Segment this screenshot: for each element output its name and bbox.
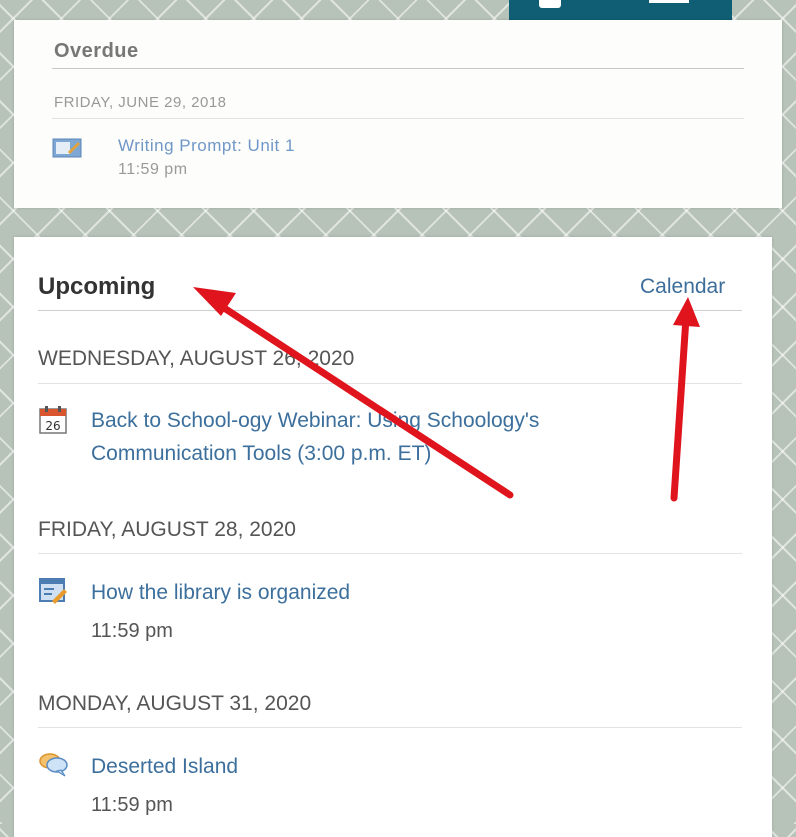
- date-heading: WEDNESDAY, AUGUST 26, 2020: [38, 347, 355, 370]
- overdue-item-link[interactable]: Writing Prompt: Unit 1: [118, 136, 295, 156]
- overdue-date-divider: [52, 118, 744, 119]
- upcoming-title-divider: [38, 310, 742, 311]
- discussion-time: 11:59 pm: [91, 794, 173, 816]
- calendar-event-icon: 26: [38, 405, 68, 440]
- upcoming-panel: Upcoming Calendar WEDNESDAY, AUGUST 26, …: [14, 237, 772, 837]
- event-title-line2: Communication Tools (3:00 p.m. ET): [91, 441, 432, 465]
- date-divider: [38, 553, 742, 554]
- overdue-title: Overdue: [54, 40, 139, 62]
- assignment-icon: [38, 577, 68, 610]
- date-divider: [38, 727, 742, 728]
- assignment-time: 11:59 pm: [91, 620, 173, 642]
- discussion-link[interactable]: Deserted Island: [91, 751, 651, 784]
- date-heading: FRIDAY, AUGUST 28, 2020: [38, 518, 296, 541]
- tab-label-fragment: [649, 0, 689, 3]
- overdue-title-divider: [52, 68, 744, 69]
- calendar-link[interactable]: Calendar: [640, 275, 725, 299]
- discussion-icon: [38, 751, 70, 784]
- date-heading: MONDAY, AUGUST 31, 2020: [38, 692, 312, 715]
- overdue-date-heading: FRIDAY, JUNE 29, 2018: [54, 94, 227, 111]
- overdue-item-time: 11:59 pm: [118, 161, 188, 178]
- calendar-icon-day: 26: [45, 419, 60, 433]
- upcoming-title: Upcoming: [38, 273, 156, 300]
- date-divider: [38, 383, 742, 384]
- event-title-line1: Back to School-ogy Webinar: Using School…: [91, 409, 540, 432]
- tab-icon: [539, 0, 561, 8]
- event-link[interactable]: Back to School-ogy Webinar: Using School…: [91, 405, 651, 470]
- assignment-icon: [52, 138, 82, 163]
- overdue-panel: Overdue FRIDAY, JUNE 29, 2018 Writing Pr…: [14, 20, 782, 208]
- assignment-link[interactable]: How the library is organized: [91, 577, 651, 610]
